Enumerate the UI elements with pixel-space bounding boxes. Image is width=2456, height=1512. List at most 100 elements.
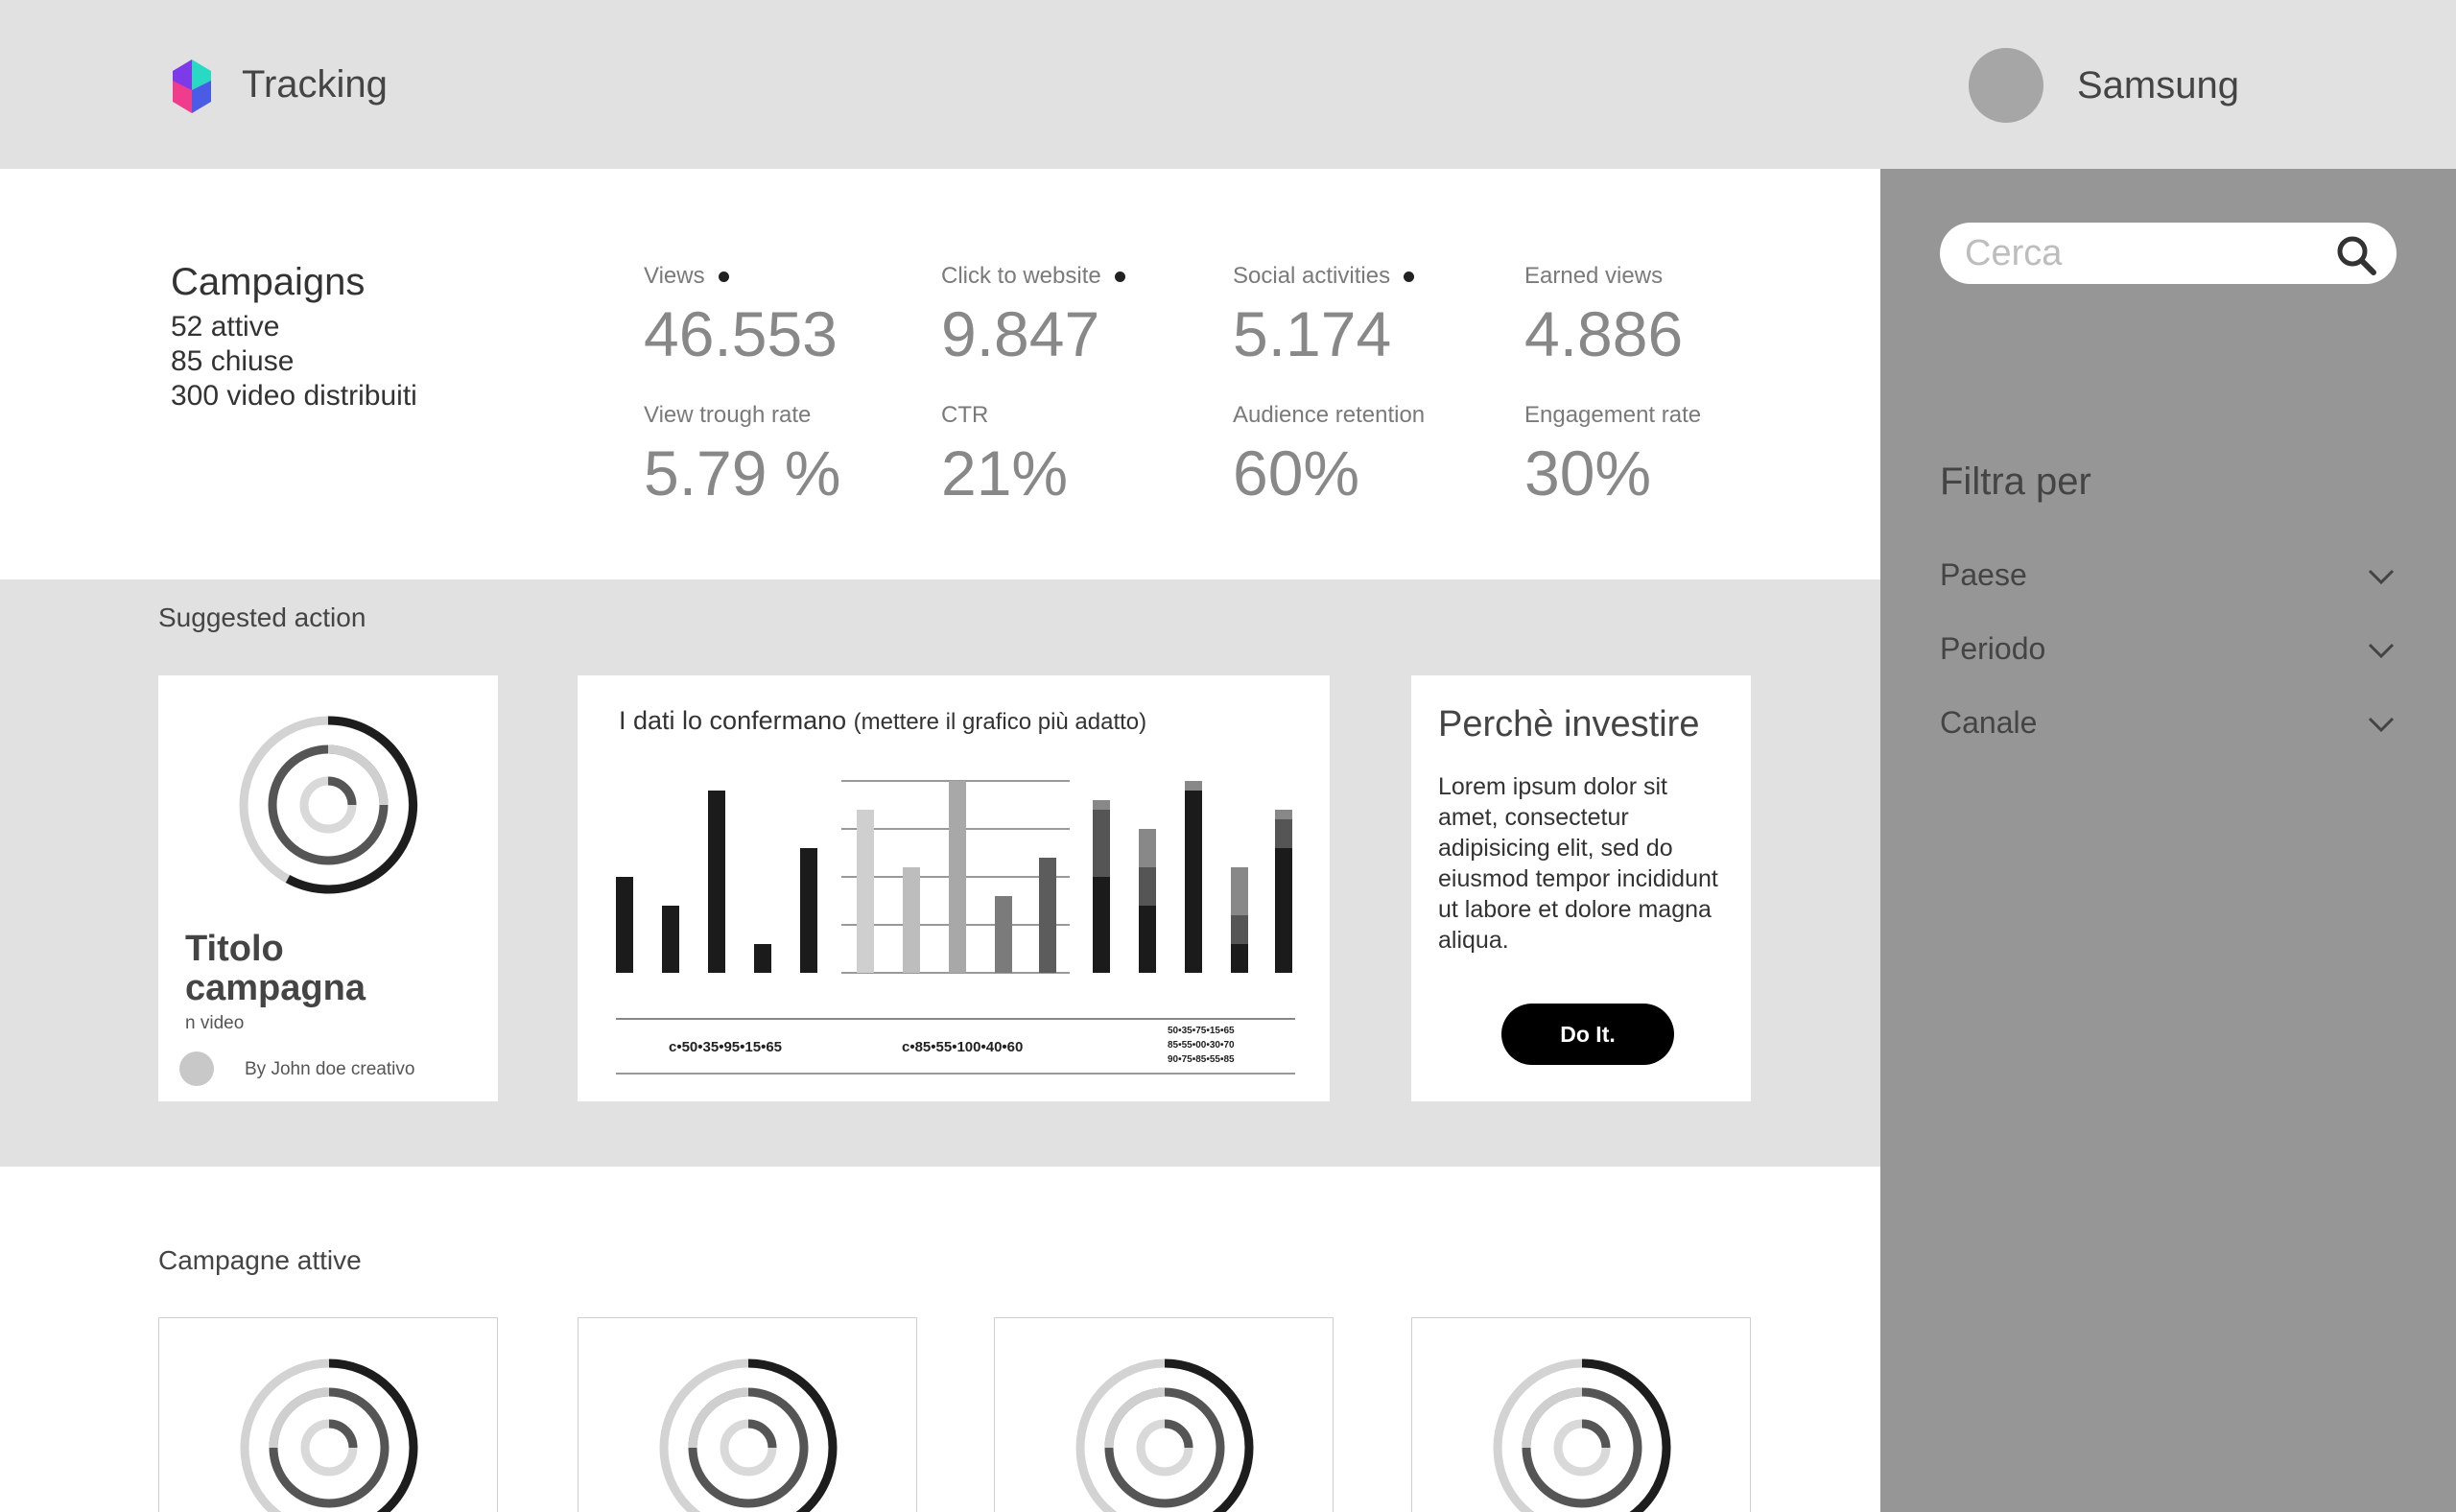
chart3-bar-segment [1231,867,1248,915]
kpi-value: 21% [941,437,1069,508]
chart3-legend: 90•75•85•55•85 [1168,1054,1235,1065]
kpi-ctr: CTR 21% [941,402,1068,507]
chart3-bar-segment [1093,810,1110,877]
chart1-bar [800,848,817,973]
app-title: Tracking [242,62,388,106]
section-title: Suggested action [158,602,366,632]
kpi-value: 46.553 [644,298,838,369]
campaign-card[interactable]: Titolo campagna n video By John doe crea… [158,675,498,1101]
chart1-bar [662,906,679,973]
campaign-author: By John doe creativo [245,1059,415,1079]
info-dot-icon[interactable] [1404,271,1415,282]
chart3-bar-segment [1093,800,1110,810]
active-campaign-card[interactable] [1411,1317,1751,1512]
info-dot-icon[interactable] [1114,271,1125,282]
kpi-click-to-website: Click to website 9.847 [941,263,1125,367]
filter-canale[interactable]: Canale [1940,701,2397,749]
brand[interactable]: Tracking [171,56,388,113]
section-title: Campagne attive [158,1245,362,1275]
active-campaign-card[interactable] [158,1317,498,1512]
invest-body: Lorem ipsum dolor sit amet, consectetur … [1438,773,1718,954]
chevron-down-icon [2368,643,2395,659]
chart-title: I dati lo confermano (mettere il grafico… [619,706,1146,736]
chart2-legend: c•85•55•100•40•60 [902,1039,1023,1055]
data-chart-card: c•50•35•95•15•65 c•85•55•100•40•60 50•35•7… [578,675,1330,1101]
campaigns-active-count: 52 attive [171,311,280,343]
kpi-engagement-rate: Engagement rate 30% [1524,402,1701,507]
filter-label: Periodo [1940,631,2046,666]
creator-avatar [179,1051,214,1086]
kpi-label: CTR [941,402,989,428]
bar-charts: c•50•35•95•15•65 c•85•55•100•40•60 50•35•7… [616,780,1295,1075]
chart-title-note: (mettere il grafico più adatto) [853,709,1147,735]
kpi-label: View trough rate [644,402,812,428]
kpi-audience-retention: Audience retention 60% [1233,402,1425,507]
kpi-value: 4.886 [1524,298,1684,369]
campaign-progress-ring [240,1358,418,1512]
chart3-bar-segment [1275,848,1292,973]
chart1-bar [754,944,771,973]
kpi-label: Social activities [1233,263,1391,289]
chart3-bar-segment [1275,810,1292,819]
info-dot-icon[interactable] [718,271,729,282]
kpi-label: Views [644,263,705,289]
chart1-bar [616,877,633,973]
chart1-legend: c•50•35•95•15•65 [669,1039,782,1055]
filter-paese[interactable]: Paese [1940,554,2397,602]
chart3-bar-segment [1139,867,1156,906]
active-campaign-card[interactable] [994,1317,1334,1512]
search-input[interactable] [1965,230,2329,276]
filter-label: Paese [1940,557,2027,592]
user-name: Samsung [2077,63,2239,106]
chart3-legend: 85•55•00•30•70 [1168,1040,1235,1051]
chart3-legend: 50•35•75•15•65 [1168,1026,1235,1036]
user-avatar [1969,48,2043,123]
active-campaign-card[interactable] [578,1317,917,1512]
chart1-bar [708,791,725,973]
do-it-button[interactable]: Do It. [1501,1004,1674,1065]
suggested-action-section: Suggested action Titolo campagna n video… [0,579,1880,1167]
campaigns-closed-count: 85 chiuse [171,345,295,377]
search-box [1940,223,2397,284]
campaign-video-count: n video [185,1013,245,1033]
kpi-value: 60% [1233,437,1360,508]
invest-title: Perchè investire [1438,704,1700,744]
filter-label: Canale [1940,705,2038,740]
kpi-value: 9.847 [941,298,1100,369]
chevron-down-icon [2368,717,2395,733]
chart3-bar-segment [1185,781,1202,791]
kpi-label: Audience retention [1233,402,1426,428]
filter-sidebar: Filtra per Paese Periodo Canale [1880,169,2456,1512]
chart2-bar [903,867,920,973]
kpi-value: 5.79 % [644,437,841,508]
kpi-value: 30% [1524,437,1652,508]
campaigns-title: Campaigns [171,261,366,303]
chart3-bar-segment [1231,915,1248,944]
top-bar: Tracking Samsung [0,0,2456,169]
kpi-value: 5.174 [1233,298,1392,369]
chart-title-main: I dati lo confermano [619,706,847,735]
kpi-social-activities: Social activities 5.174 [1233,263,1415,369]
chart2-bar [995,896,1012,973]
chart3-bar-segment [1139,829,1156,867]
chart2-bar [857,810,874,973]
user-menu[interactable]: Samsung [1969,48,2239,123]
kpi-label: Engagement rate [1524,402,1702,428]
chart3-bar-segment [1139,906,1156,973]
chart3-bar-segment [1275,819,1292,848]
chart2-bar [949,781,966,973]
campaign-progress-ring [659,1358,838,1512]
search-icon[interactable] [2335,234,2377,276]
chart3-bar-segment [1231,944,1248,973]
filter-periodo[interactable]: Periodo [1940,627,2397,675]
chart3-bar-segment [1185,791,1202,973]
campaign-progress-ring [1493,1358,1671,1512]
campaign-progress-ring [239,716,418,894]
kpi-earned-views: Earned views 4.886 [1524,263,1683,367]
filter-title: Filtra per [1940,461,2091,503]
chart3-bar-segment [1093,877,1110,973]
campaigns-videos-count: 300 video distribuiti [171,380,417,412]
kpi-label: Click to website [941,263,1101,289]
kpi-label: Earned views [1524,263,1664,289]
invest-card: Perchè investire Lorem ipsum dolor sit a… [1411,675,1751,1101]
